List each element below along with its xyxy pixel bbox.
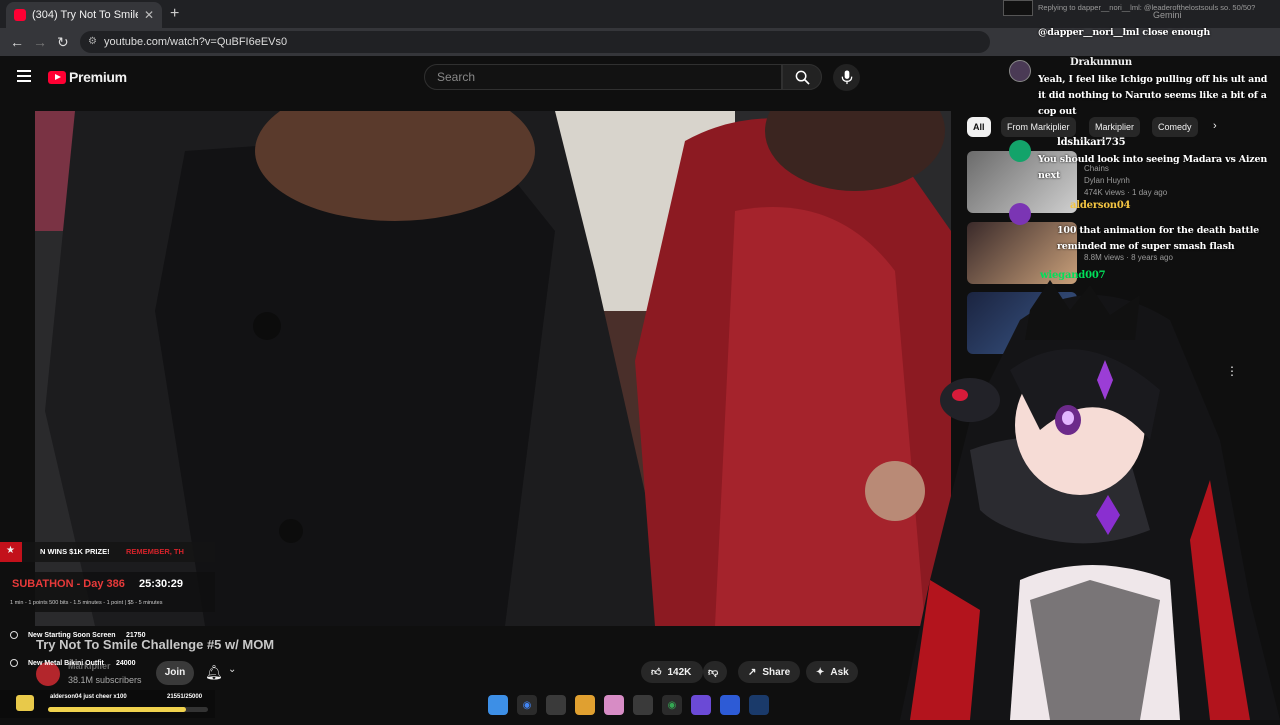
app-icon[interactable]: [691, 695, 711, 715]
tab-title: (304) Try Not To Smile Challeng: [32, 9, 138, 21]
windows-start-icon[interactable]: [488, 695, 508, 715]
url-input[interactable]: youtube.com/watch?v=QuBFI6eEVs0: [80, 31, 990, 53]
subathon-rates: 1 min - 1 points 500 bits - 1.5 minutes …: [10, 600, 163, 606]
chat-message: @dapper__nori__lml close enough: [1038, 27, 1211, 38]
browser-tab[interactable]: (304) Try Not To Smile Challeng ✕: [6, 2, 162, 28]
back-icon[interactable]: ←: [10, 34, 24, 50]
vtuber-illustration: [900, 280, 1280, 720]
cheer-progress-text: 21551/25000: [167, 694, 203, 700]
search-input[interactable]: Search: [424, 64, 782, 90]
subscriber-count: 38.1M subscribers: [68, 675, 142, 685]
chat-overlay: Replying to dapper__nori__lml: @leaderof…: [993, 0, 1280, 300]
steam-icon[interactable]: [749, 695, 769, 715]
goal-checkbox-icon: [10, 631, 18, 639]
subathon-timer: SUBATHON - Day 386 25:30:29 1 min - 1 po…: [0, 572, 215, 612]
folder-icon[interactable]: [575, 695, 595, 715]
goal-item: New Metal Bikini Outfit 24000: [10, 659, 135, 667]
chat-username: ldshikari735: [1057, 137, 1126, 148]
chip-all[interactable]: All: [967, 117, 991, 137]
subathon-label: SUBATHON - Day 386: [12, 578, 125, 590]
gemini-label[interactable]: Gemini: [1153, 10, 1182, 20]
site-info-icon[interactable]: ⚙: [88, 36, 97, 47]
app-icon[interactable]: [720, 695, 740, 715]
chat-badge-icon: [1003, 0, 1033, 16]
ask-label: Ask: [830, 666, 849, 678]
chat-message: 100 that animation for the death battle …: [1057, 225, 1259, 252]
thumbs-up-icon: 👍︎: [651, 667, 662, 678]
chat-message: You should look into seeing Madara vs Ai…: [1038, 154, 1268, 181]
cheer-icon: [16, 695, 34, 711]
chat-message: Yeah, I feel like Ichigo pulling off his…: [1038, 74, 1268, 117]
stream-ticker: ★ N WINS $1K PRIZE! REMEMBER, TH: [0, 542, 215, 562]
goal-item: New Starting Soon Screen 21750: [10, 631, 145, 639]
chrome-icon[interactable]: ◉: [662, 695, 682, 715]
subathon-countdown: 25:30:29: [139, 578, 184, 590]
thumbs-down-icon: 👎︎: [708, 667, 719, 678]
cheer-alert: alderson04 just cheer x100 21551/25000: [0, 690, 215, 718]
chat-username: Drakunnun: [1070, 57, 1132, 68]
like-count: 142K: [667, 666, 692, 678]
search-icon: [795, 70, 810, 85]
new-tab-icon[interactable]: +: [170, 5, 179, 23]
vtuber-avatar: [850, 280, 1280, 720]
sparkle-icon: ✦: [816, 666, 825, 678]
app-icon[interactable]: [633, 695, 653, 715]
youtube-play-icon: [48, 70, 66, 84]
goal-list: New Starting Soon Screen 21750 New Metal…: [0, 628, 215, 674]
microphone-icon: [841, 70, 852, 85]
chat-avatar: [1009, 140, 1031, 162]
like-button[interactable]: 👍︎ 142K: [641, 661, 703, 683]
goal-checkbox-icon: [10, 659, 18, 667]
voice-search-button[interactable]: [833, 64, 860, 91]
search-button[interactable]: [782, 64, 822, 90]
dislike-button[interactable]: 👎︎: [703, 661, 727, 683]
reload-icon[interactable]: ↻: [57, 34, 69, 51]
share-label: Share: [762, 666, 791, 678]
app-icon[interactable]: [546, 695, 566, 715]
cheer-text: alderson04 just cheer x100: [50, 694, 127, 700]
app-icon[interactable]: [604, 695, 624, 715]
chat-username: alderson04: [1070, 200, 1131, 211]
tab-close-icon[interactable]: ✕: [144, 8, 154, 22]
cheer-progress-fill: [48, 707, 186, 712]
chrome-icon[interactable]: ◉: [517, 695, 537, 715]
forward-icon[interactable]: →: [33, 34, 47, 50]
ticker-text: N WINS $1K PRIZE!: [40, 547, 110, 556]
chat-avatar: [1009, 203, 1031, 225]
menu-icon[interactable]: [17, 70, 31, 85]
star-icon: ★: [0, 542, 22, 562]
share-button[interactable]: ↗ Share: [738, 661, 800, 683]
chat-avatar: [1009, 60, 1031, 82]
ticker-text-secondary: REMEMBER, TH: [126, 547, 184, 556]
youtube-favicon-icon: [14, 9, 26, 21]
cheer-progress-track: [48, 707, 208, 712]
logo-text: Premium: [69, 69, 127, 85]
taskbar: ◉ ◉: [488, 692, 788, 718]
youtube-logo[interactable]: Premium: [48, 69, 127, 85]
chevron-down-icon[interactable]: ⌄: [228, 664, 236, 675]
share-icon: ↗: [748, 666, 757, 678]
